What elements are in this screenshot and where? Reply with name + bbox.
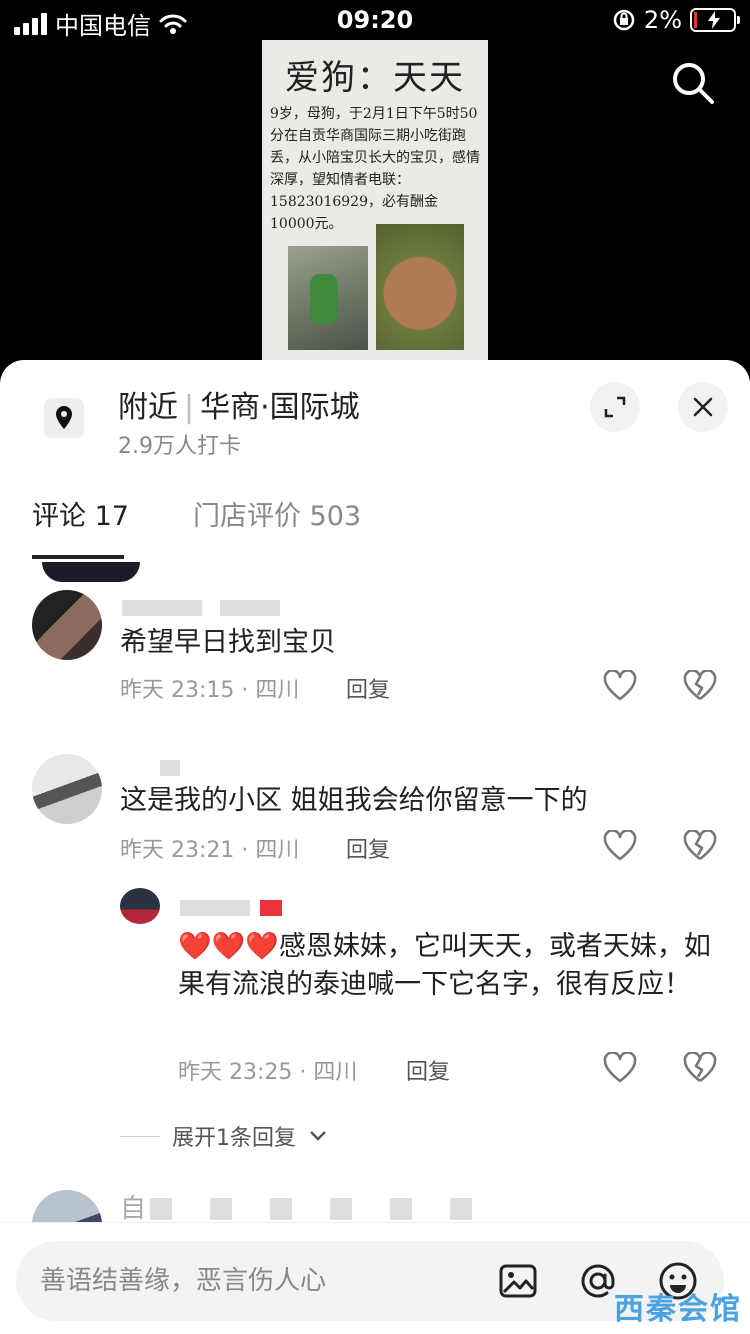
reply-avatar[interactable]: [120, 888, 160, 924]
partial-avatar: [42, 562, 140, 582]
avatar[interactable]: [32, 754, 102, 824]
status-bar: 中国电信 09:20 2%: [0, 0, 750, 40]
poster-body: 9岁，母狗，于2月1日下午5时50分在自贡华商国际三期小吃街跑丢，从小陪宝贝长大…: [270, 106, 480, 232]
watermark: 西秦会馆: [614, 1292, 742, 1327]
chevron-down-icon: [310, 1131, 326, 1141]
comment-meta: 昨天 23:21 · 四川: [120, 838, 300, 863]
expand-icon: [604, 396, 626, 418]
poster-title: 爱狗：天天: [285, 58, 465, 98]
image-icon[interactable]: [498, 1261, 538, 1301]
search-icon[interactable]: [670, 60, 716, 106]
username-blurred[interactable]: [220, 600, 280, 616]
comment-text: 希望早日找到宝贝: [120, 627, 336, 658]
at-mention-icon[interactable]: [578, 1261, 618, 1301]
location-name: 华商·国际城: [200, 390, 360, 425]
like-heart-icon[interactable]: [603, 670, 637, 702]
tab-comments[interactable]: 评论 17: [32, 494, 129, 533]
dislike-broken-heart-icon[interactable]: [683, 830, 717, 862]
battery-icon: [690, 8, 740, 32]
battery-percent: 2%: [643, 6, 682, 34]
username-blurred: [150, 1198, 500, 1220]
username-blurred[interactable]: [160, 760, 180, 776]
location-prefix: 附近: [118, 390, 178, 425]
reply-button[interactable]: 回复: [346, 672, 390, 704]
lost-dog-poster: 爱狗：天天 9岁，母狗，于2月1日下午5时50分在自贡华商国际三期小吃街跑丢，从…: [262, 40, 488, 360]
expand-replies[interactable]: 展开1条回复: [120, 1120, 328, 1152]
poster-photo-child: [288, 246, 368, 350]
expand-replies-label: 展开1条回复: [172, 1126, 296, 1151]
like-heart-icon[interactable]: [603, 1052, 637, 1084]
tab-underline: [32, 555, 124, 559]
username-blurred[interactable]: [180, 900, 250, 916]
location-pin-icon: [44, 398, 84, 438]
reply-meta: 昨天 23:25 · 四川: [178, 1060, 358, 1085]
close-icon: [693, 397, 713, 417]
status-right: 2%: [612, 6, 740, 34]
like-heart-icon[interactable]: [603, 830, 637, 862]
dislike-broken-heart-icon[interactable]: [683, 1052, 717, 1084]
reply-button[interactable]: 回复: [406, 1054, 450, 1086]
avatar[interactable]: [32, 590, 102, 660]
comment-text: 这是我的小区 姐姐我会给你留意一下的: [120, 785, 588, 816]
title-divider: |: [184, 390, 195, 425]
comment-input[interactable]: [40, 1259, 460, 1303]
partial-comment-text: 自: [120, 1194, 147, 1224]
reply-button[interactable]: 回复: [346, 832, 390, 864]
expand-divider: [120, 1135, 160, 1137]
reply-text: ❤️❤️❤️感恩妹妹，它叫天天，或者天妹，如果有流浪的泰迪喊一下它名字，很有反应…: [178, 928, 718, 1004]
location-title[interactable]: 附近 | 华商·国际城: [118, 382, 360, 426]
username-blurred[interactable]: [122, 600, 202, 616]
author-badge: [260, 900, 282, 916]
comment-meta: 昨天 23:15 · 四川: [120, 678, 300, 703]
tab-store-reviews[interactable]: 门店评价 503: [193, 494, 361, 533]
expand-button[interactable]: [590, 382, 640, 432]
hearts-emoji: ❤️❤️❤️: [178, 931, 279, 962]
tab-bar: 评论 17 门店评价 503: [32, 494, 361, 533]
close-button[interactable]: [678, 382, 728, 432]
location-checkins: 2.9万人打卡: [118, 434, 241, 459]
rotation-lock-icon: [613, 9, 635, 31]
poster-photo-dog: [376, 224, 464, 350]
dislike-broken-heart-icon[interactable]: [683, 670, 717, 702]
